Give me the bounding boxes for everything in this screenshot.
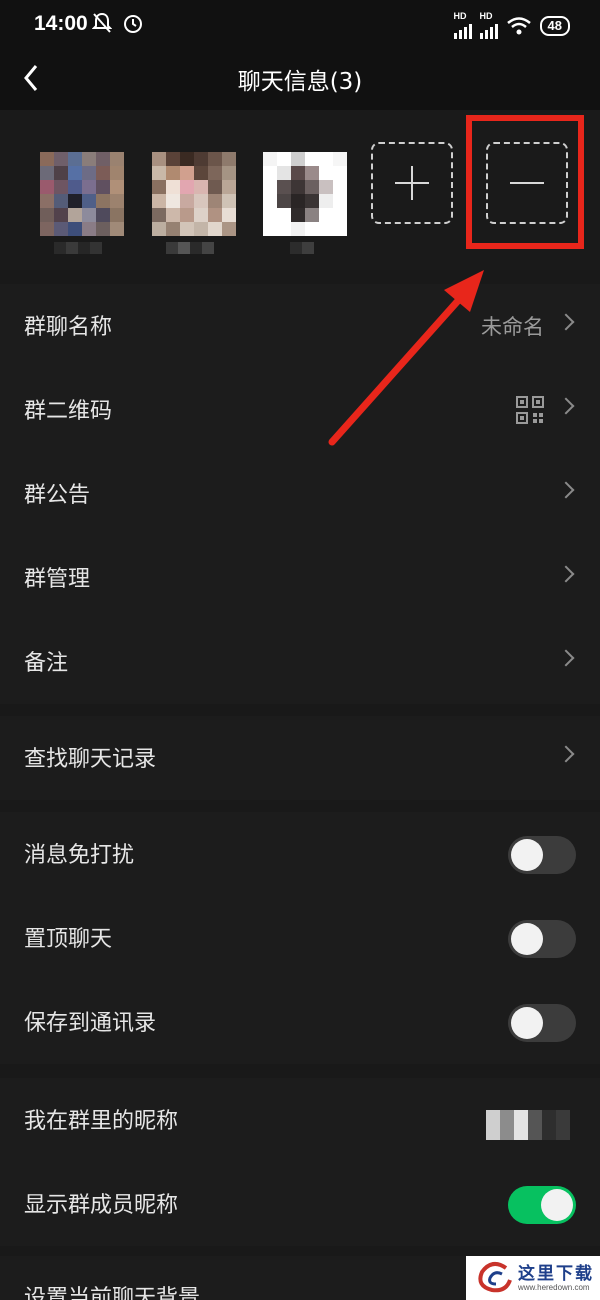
remark-row[interactable]: 备注: [0, 620, 600, 704]
remark-label: 备注: [24, 651, 69, 676]
plus-icon: [395, 166, 429, 200]
save-contacts-toggle[interactable]: [508, 1004, 576, 1042]
qr-code-label: 群二维码: [24, 399, 113, 424]
add-member-button[interactable]: [371, 142, 453, 224]
battery-icon: 48: [539, 15, 570, 36]
signal-icon: [453, 21, 472, 39]
avatar[interactable]: [263, 152, 347, 236]
qr-code-icon: [516, 396, 544, 424]
highlight-box: [466, 115, 584, 249]
wifi-icon: [506, 16, 531, 34]
background-label: 设置当前聊天背景: [24, 1286, 201, 1300]
my-nickname-label: 我在群里的昵称: [24, 1109, 179, 1134]
watermark-text: 这里下载: [518, 1264, 594, 1284]
chevron-right-icon: [557, 397, 575, 415]
settings-group-toggles: 消息免打扰 置顶聊天 保存到通讯录: [0, 812, 600, 1064]
mute-label: 消息免打扰: [24, 843, 135, 868]
page-title: 聊天信息(3): [237, 69, 363, 95]
announcement-label: 群公告: [24, 483, 91, 508]
show-nicknames-label: 显示群成员昵称: [24, 1193, 179, 1218]
search-history-label: 查找聊天记录: [24, 747, 157, 772]
mute-row: 消息免打扰: [0, 812, 600, 896]
group-name-label: 群聊名称: [24, 315, 113, 340]
member-name: [166, 242, 214, 256]
chevron-right-icon: [557, 481, 575, 499]
mute-notification-icon: [92, 12, 112, 33]
my-nickname-row[interactable]: 我在群里的昵称: [0, 1078, 600, 1162]
nickname-value: [486, 1110, 570, 1140]
nav-bar: 聊天信息(3): [0, 48, 600, 110]
qr-code-row[interactable]: 群二维码: [0, 368, 600, 452]
management-label: 群管理: [24, 567, 91, 592]
show-nicknames-row: 显示群成员昵称: [0, 1162, 600, 1246]
pin-row: 置顶聊天: [0, 896, 600, 980]
group-name-value: 未命名: [481, 315, 544, 339]
pin-label: 置顶聊天: [24, 927, 113, 952]
chevron-right-icon: [557, 745, 575, 763]
group-name-row[interactable]: 群聊名称 未命名: [0, 284, 600, 368]
announcement-row[interactable]: 群公告: [0, 452, 600, 536]
network-type-label: HD: [479, 11, 493, 21]
status-time: 14:00: [34, 12, 88, 35]
signal-icon: [479, 21, 498, 39]
member-name: [54, 242, 102, 256]
status-bar: 14:00 HD HD 48: [0, 0, 600, 48]
avatar[interactable]: [40, 152, 124, 236]
watermark-url: www.heredown.com: [518, 1283, 590, 1292]
save-contacts-label: 保存到通讯录: [24, 1011, 157, 1036]
chevron-right-icon: [557, 313, 575, 331]
management-row[interactable]: 群管理: [0, 536, 600, 620]
watermark-swirl-icon: [478, 1261, 512, 1293]
network-type-label: HD: [453, 11, 467, 21]
show-nicknames-toggle[interactable]: [508, 1186, 576, 1224]
alarm-icon: [124, 15, 142, 33]
member-name: [290, 242, 314, 256]
settings-group-nickname: 我在群里的昵称 显示群成员昵称: [0, 1078, 600, 1246]
chevron-right-icon: [557, 649, 575, 667]
settings-group-search: 查找聊天记录: [0, 716, 600, 800]
watermark-logo: 这里下载 www.heredown.com: [466, 1256, 600, 1300]
pin-toggle[interactable]: [508, 920, 576, 958]
settings-group-info: 群聊名称 未命名 群二维码 群公告 群管理 备注: [0, 284, 600, 704]
search-history-row[interactable]: 查找聊天记录: [0, 716, 600, 800]
avatar[interactable]: [152, 152, 236, 236]
mute-toggle[interactable]: [508, 836, 576, 874]
save-contacts-row: 保存到通讯录: [0, 980, 600, 1064]
chevron-right-icon: [557, 565, 575, 583]
